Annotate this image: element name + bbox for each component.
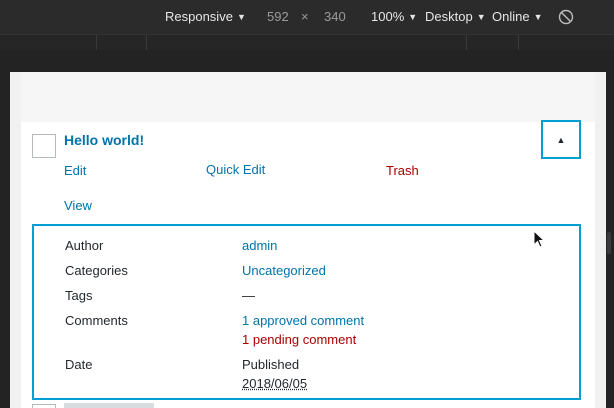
- ruler-tick: [146, 35, 147, 51]
- dimension-separator: ×: [301, 9, 309, 24]
- chevron-down-icon: ▼: [236, 12, 246, 22]
- resize-handle[interactable]: [607, 232, 611, 254]
- categories-label: Categories: [65, 263, 128, 278]
- device-stage: Hello world! ▲ Edit Quick Edit Trash Vie…: [0, 50, 614, 408]
- chevron-down-icon: ▼: [408, 12, 418, 22]
- author-link[interactable]: admin: [242, 238, 277, 253]
- device-viewport: Hello world! ▲ Edit Quick Edit Trash Vie…: [10, 72, 606, 408]
- zoom-select[interactable]: 100% ▼: [371, 9, 417, 24]
- width-input[interactable]: 592: [267, 9, 289, 24]
- date-value: 2018/06/05: [242, 376, 308, 391]
- height-input[interactable]: 340: [324, 9, 346, 24]
- tags-value: —: [242, 288, 255, 303]
- media-query-ruler: [0, 34, 614, 51]
- zoom-label: 100%: [371, 9, 405, 24]
- view-link[interactable]: View: [64, 198, 92, 213]
- post-select-checkbox[interactable]: [32, 134, 56, 158]
- ruler-tick: [96, 35, 97, 51]
- toggle-details-button[interactable]: ▲: [541, 120, 581, 159]
- network-label: Online: [492, 9, 530, 24]
- ruler-tick: [466, 35, 467, 51]
- ruler-tick: [518, 35, 519, 51]
- next-row-checkbox[interactable]: [32, 404, 56, 408]
- date-label: Date: [65, 357, 93, 372]
- next-row-title: [64, 403, 154, 408]
- pending-comments-link[interactable]: 1 pending comment: [242, 332, 356, 347]
- quick-edit-link[interactable]: Quick Edit: [206, 162, 265, 177]
- device-label: Responsive: [165, 9, 233, 24]
- edit-link[interactable]: Edit: [64, 163, 86, 178]
- mouse-pointer-icon: [533, 230, 546, 248]
- trash-link[interactable]: Trash: [386, 163, 419, 178]
- author-label: Author: [65, 238, 104, 253]
- post-details-panel: Author admin Categories Uncategorized Ta…: [32, 224, 581, 400]
- chevron-down-icon: ▼: [476, 12, 486, 22]
- device-toolbar: Responsive ▼ 592 × 340 100% ▼ Desktop ▼ Onl…: [0, 0, 614, 34]
- comments-label: Comments: [65, 313, 128, 328]
- date-status: Published: [242, 357, 300, 372]
- mode-label: Desktop: [425, 9, 473, 24]
- category-link[interactable]: Uncategorized: [242, 263, 326, 278]
- rotate-icon[interactable]: [558, 9, 574, 25]
- tags-label: Tags: [65, 288, 93, 303]
- posts-list-page: Hello world! ▲ Edit Quick Edit Trash Vie…: [21, 72, 595, 408]
- triangle-up-icon: ▲: [556, 134, 566, 145]
- approved-comments-link[interactable]: 1 approved comment: [242, 313, 364, 328]
- network-select[interactable]: Online ▼: [492, 9, 543, 24]
- device-select[interactable]: Responsive ▼: [165, 9, 246, 24]
- post-title-link[interactable]: Hello world!: [64, 132, 144, 148]
- chevron-down-icon: ▼: [533, 12, 543, 22]
- mode-select[interactable]: Desktop ▼: [425, 9, 486, 24]
- list-header-area: [21, 72, 595, 122]
